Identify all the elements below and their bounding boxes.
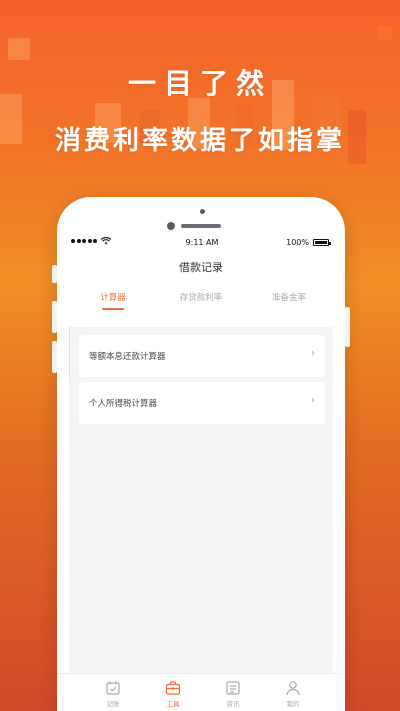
tabbar-item-news[interactable]: 资讯 xyxy=(203,680,263,708)
list-item-income-tax-calculator[interactable]: 个人所得税计算器 › xyxy=(79,382,325,424)
tabbar-label: 记账 xyxy=(106,700,120,708)
phone-side-button xyxy=(52,341,57,373)
bottom-tab-bar: 记账 工具 资讯 我的 xyxy=(57,673,345,711)
tabbar-label: 工具 xyxy=(166,700,180,708)
briefcase-icon xyxy=(165,680,181,696)
content-area: 等额本息还款计算器 › 个人所得税计算器 › xyxy=(69,327,333,673)
phone-earpiece xyxy=(57,207,345,231)
tabbar-label: 我的 xyxy=(286,700,300,708)
tabbar-item-profile[interactable]: 我的 xyxy=(263,680,323,708)
active-tab-indicator xyxy=(102,308,124,310)
status-bar: 9:11 AM 100% xyxy=(71,236,333,251)
tab-deposit-loan-rate[interactable]: 存贷款利率 xyxy=(157,291,245,303)
phone-side-button xyxy=(52,301,57,333)
chevron-right-icon: › xyxy=(311,395,315,406)
list-item-loan-calculator[interactable]: 等额本息还款计算器 › xyxy=(79,335,325,377)
hero-subtitle: 消费利率数据了如指掌 xyxy=(54,126,345,156)
tab-reserve-ratio[interactable]: 准备金率 xyxy=(245,291,333,303)
user-icon xyxy=(285,680,301,696)
phone-mockup: 9:11 AM 100% 借款记录 计算器 存贷款利率 准备金率 等额本息还款计… xyxy=(52,197,350,711)
front-camera xyxy=(167,222,175,230)
hero-title: 一目了然 xyxy=(127,67,272,100)
sensor-dot xyxy=(200,209,205,214)
battery-percent: 100% xyxy=(286,238,309,247)
chevron-right-icon: › xyxy=(311,348,315,359)
page-title: 借款记录 xyxy=(179,261,223,274)
tabbar-item-bookkeeping[interactable]: 记账 xyxy=(83,680,143,708)
speaker-grille xyxy=(181,224,221,228)
news-card-icon xyxy=(225,680,241,696)
battery-icon xyxy=(313,239,331,246)
list-item-label: 等额本息还款计算器 xyxy=(89,352,166,362)
tabbar-item-tools[interactable]: 工具 xyxy=(143,680,203,708)
tab-calculator[interactable]: 计算器 xyxy=(69,291,157,303)
tab-bar: 计算器 存贷款利率 准备金率 xyxy=(69,291,333,317)
tabbar-label: 资讯 xyxy=(226,700,240,708)
calendar-check-icon xyxy=(105,680,121,696)
divider xyxy=(69,327,70,382)
list-item-label: 个人所得税计算器 xyxy=(89,399,158,409)
phone-side-button xyxy=(345,307,350,347)
